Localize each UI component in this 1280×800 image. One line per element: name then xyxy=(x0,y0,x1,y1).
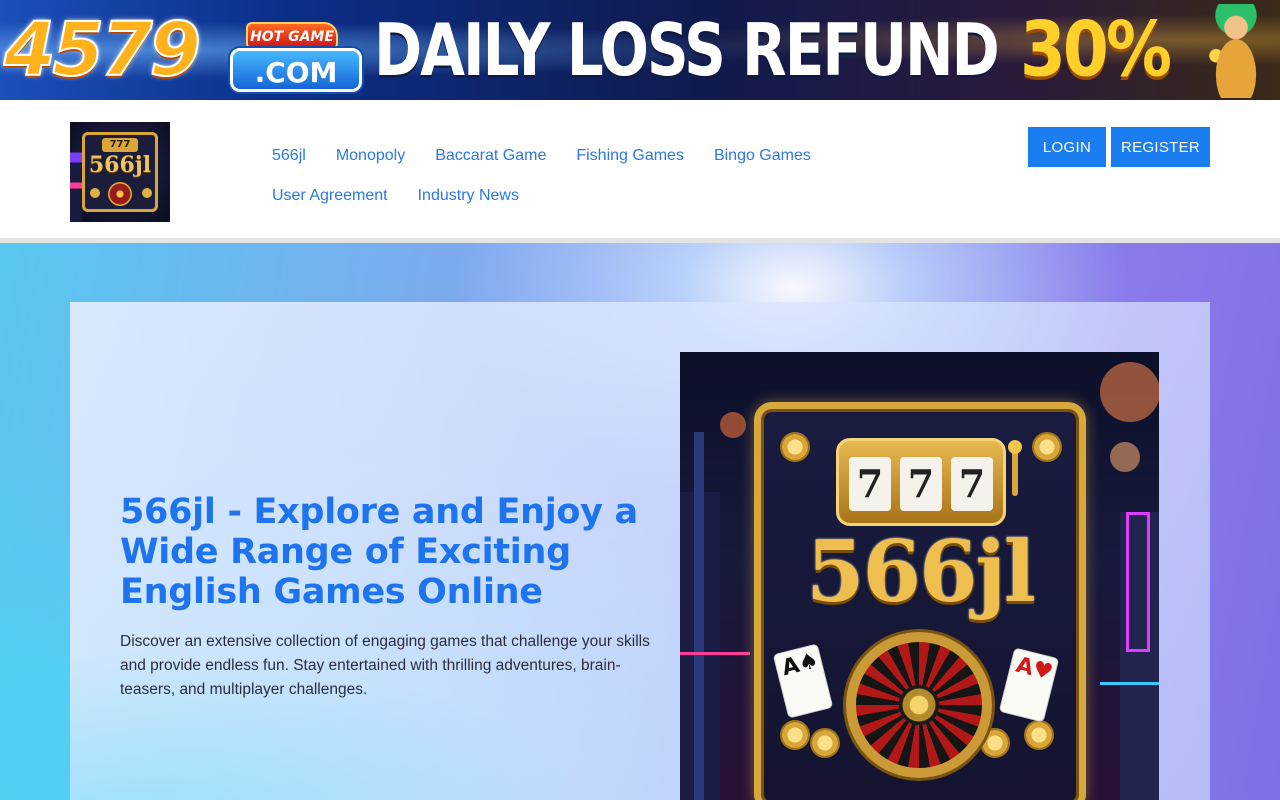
coin-icon xyxy=(1024,720,1054,750)
logo-text: 566jl xyxy=(88,152,152,178)
slot-machine-icon: 7 7 7 xyxy=(836,438,1006,526)
bokeh-light xyxy=(1110,442,1140,472)
logo-chip-icon xyxy=(142,188,152,198)
coin-icon xyxy=(810,728,840,758)
neon-line xyxy=(680,652,750,655)
login-button[interactable]: LOGIN xyxy=(1028,127,1106,167)
nav-link-baccarat-game[interactable]: Baccarat Game xyxy=(435,147,546,165)
nav-link-fishing-games[interactable]: Fishing Games xyxy=(576,147,684,165)
hero-card: 566jl - Explore and Enjoy a Wide Range o… xyxy=(70,302,1210,800)
banner-percent: 30% xyxy=(1020,5,1172,94)
main-nav: 566jl Monopoly Baccarat Game Fishing Gam… xyxy=(272,136,872,216)
coin-icon xyxy=(780,432,810,462)
slot-lever xyxy=(1012,448,1018,496)
neon-line xyxy=(1100,682,1159,685)
banner-hot-game-badge: HOT GAME xyxy=(246,22,338,48)
nav-row-primary: 566jl Monopoly Baccarat Game Fishing Gam… xyxy=(272,136,872,176)
nav-link-566jl[interactable]: 566jl xyxy=(272,147,306,165)
poster-brand-text: 566jl xyxy=(806,522,1036,621)
banner-character-illustration xyxy=(1196,4,1276,98)
hero-poster-image: 7 7 7 566jl A♠ A♥ xyxy=(680,352,1159,800)
banner-headline: DAILY LOSS REFUND xyxy=(374,7,1000,93)
nav-link-industry-news[interactable]: Industry News xyxy=(418,187,519,205)
slot-lever-knob xyxy=(1008,440,1022,454)
bokeh-light xyxy=(1100,362,1159,422)
slot-reel: 7 xyxy=(900,457,942,511)
promo-banner[interactable]: 4579 HOT GAME .COM DAILY LOSS REFUND 30% xyxy=(0,0,1280,100)
roulette-wheel-icon xyxy=(846,632,992,778)
banner-brand-number: 4579 xyxy=(3,6,202,94)
hero-section: 566jl - Explore and Enjoy a Wide Range o… xyxy=(0,243,1280,800)
nav-link-user-agreement[interactable]: User Agreement xyxy=(272,187,388,205)
coin-icon xyxy=(780,720,810,750)
auth-buttons: LOGIN REGISTER xyxy=(1028,127,1210,167)
nav-row-secondary: User Agreement Industry News xyxy=(272,176,872,216)
site-header: 777 566jl 566jl Monopoly Baccarat Game F… xyxy=(0,100,1280,238)
bokeh-light xyxy=(720,412,746,438)
logo-roulette-icon xyxy=(108,182,132,206)
logo-chip-icon xyxy=(90,188,100,198)
slot-reel: 7 xyxy=(849,457,891,511)
logo-slot-badge: 777 xyxy=(102,138,138,152)
nav-link-bingo-games[interactable]: Bingo Games xyxy=(714,147,811,165)
site-logo[interactable]: 777 566jl xyxy=(70,122,170,222)
coin-icon xyxy=(1032,432,1062,462)
city-spire xyxy=(694,432,704,800)
hero-description: Discover an extensive collection of enga… xyxy=(120,633,650,698)
slot-reel: 7 xyxy=(951,457,993,511)
register-button[interactable]: REGISTER xyxy=(1111,127,1210,167)
neon-sign xyxy=(1126,512,1150,652)
logo-city-backdrop xyxy=(70,122,82,222)
banner-dotcom-badge: .COM xyxy=(230,48,362,92)
hero-title: 566jl - Explore and Enjoy a Wide Range o… xyxy=(120,492,638,612)
nav-link-monopoly[interactable]: Monopoly xyxy=(336,147,405,165)
